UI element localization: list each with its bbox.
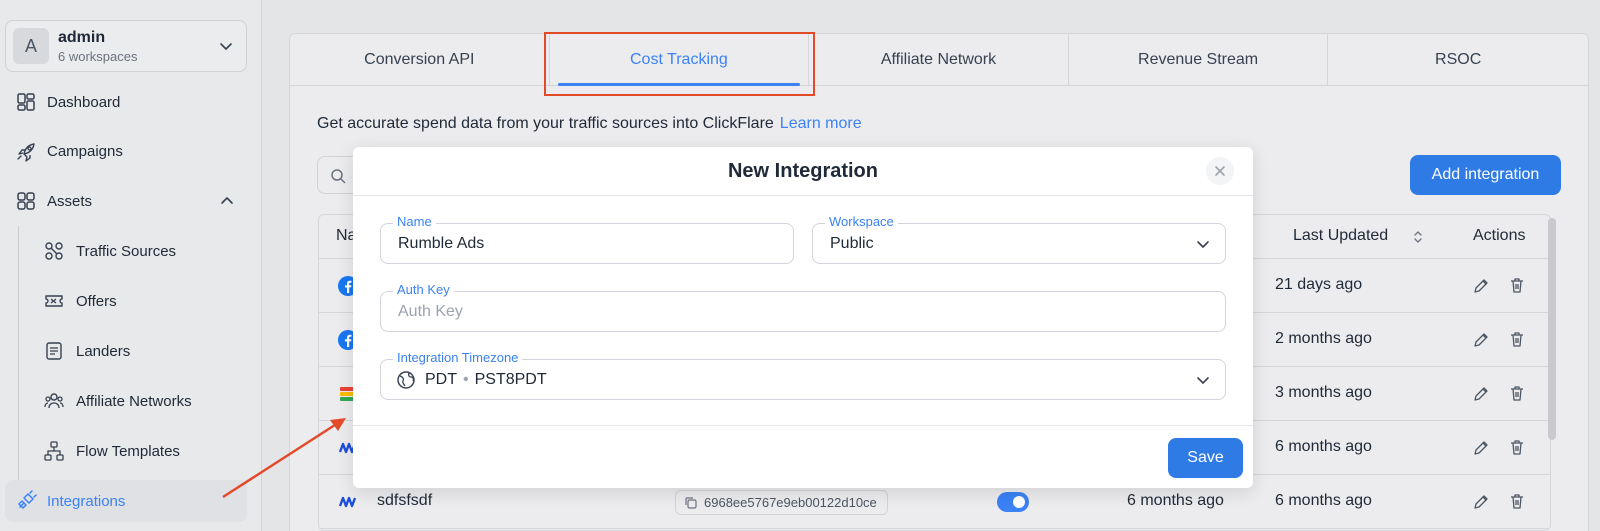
lander-icon	[46, 342, 62, 360]
tab-affiliate-network[interactable]: Affiliate Network	[809, 34, 1069, 86]
column-header-actions: Actions	[1473, 227, 1526, 244]
trash-icon[interactable]	[1508, 384, 1526, 402]
close-icon	[1215, 166, 1225, 176]
sidebar-item-assets[interactable]: Assets	[5, 180, 247, 222]
edit-icon[interactable]	[1472, 439, 1490, 457]
sidebar-item-label: Dashboard	[47, 93, 121, 111]
timezone-select[interactable]: Integration Timezone PDT • PST8PDT	[380, 350, 1226, 400]
page-description: Get accurate spend data from your traffi…	[317, 115, 862, 133]
workspace-label: Workspace	[825, 214, 898, 229]
sidebar-item-affiliate-networks[interactable]: Affiliate Networks	[5, 380, 247, 422]
description-text: Get accurate spend data from your traffi…	[317, 115, 774, 132]
modal-title: New Integration	[727, 160, 878, 182]
timezone-separator: •	[463, 371, 469, 388]
chevron-up-icon	[221, 197, 233, 204]
last-updated-cell: 3 months ago	[1275, 384, 1372, 401]
name-label: Name	[393, 214, 436, 229]
last-updated-cell: 6 months ago	[1275, 492, 1372, 509]
status-toggle[interactable]	[997, 492, 1029, 512]
users-icon	[44, 393, 64, 409]
workspace-value: Public	[830, 235, 874, 252]
chevron-down-icon	[1197, 241, 1209, 248]
timezone-label: Integration Timezone	[393, 350, 523, 365]
traffic-source-logo-icon	[338, 496, 357, 508]
integration-id: 6968ee5767e9eb00122d10ce	[704, 495, 877, 510]
edit-icon[interactable]	[1472, 385, 1490, 403]
close-button[interactable]	[1206, 157, 1234, 185]
edit-icon[interactable]	[1472, 493, 1490, 511]
sidebar-item-dashboard[interactable]: Dashboard	[5, 81, 247, 123]
table-scrollbar[interactable]	[1548, 218, 1556, 440]
timezone-abbr: PDT	[425, 371, 457, 388]
name-field[interactable]: Name Rumble Ads	[380, 214, 794, 264]
name-cell: sdfsfsdf	[377, 492, 433, 509]
ticket-icon	[45, 295, 63, 307]
sidebar-item-label: Campaigns	[47, 142, 123, 160]
trash-icon[interactable]	[1508, 276, 1526, 294]
rocket-icon	[17, 143, 35, 162]
edit-icon[interactable]	[1472, 331, 1490, 349]
timezone-value: PDT • PST8PDT	[425, 371, 547, 389]
tab-bar: Conversion API Cost Tracking Affiliate N…	[290, 34, 1588, 86]
sidebar-item-traffic-sources[interactable]: Traffic Sources	[5, 230, 247, 272]
trash-icon[interactable]	[1508, 438, 1526, 456]
tab-revenue-stream[interactable]: Revenue Stream	[1069, 34, 1329, 86]
grid-icon	[17, 192, 35, 210]
sidebar-item-label: Affiliate Networks	[76, 392, 192, 410]
add-integration-button[interactable]: Add integration	[1410, 155, 1561, 195]
search-icon	[331, 169, 346, 184]
plug-icon	[18, 490, 37, 509]
chevron-down-icon	[1197, 377, 1209, 384]
sidebar-item-label: Integrations	[47, 492, 126, 510]
last-updated-cell: 6 months ago	[1275, 438, 1372, 455]
copy-icon	[685, 497, 697, 509]
sidebar-item-label: Landers	[76, 342, 131, 360]
sort-icon[interactable]	[1412, 229, 1424, 245]
trash-icon[interactable]	[1508, 492, 1526, 510]
name-value: Rumble Ads	[398, 235, 485, 252]
sidebar: A admin 6 workspaces Dashboard Campaigns…	[0, 0, 262, 531]
edit-icon[interactable]	[1472, 277, 1490, 295]
timezone-name: PST8PDT	[474, 371, 547, 388]
last-updated-cell: 2 months ago	[1275, 330, 1372, 347]
sidebar-item-label: Traffic Sources	[76, 242, 177, 260]
dashboard-icon	[17, 93, 35, 111]
tab-highlight-box	[544, 32, 815, 96]
sidebar-item-flow-templates[interactable]: Flow Templates	[5, 430, 247, 472]
workspace-select[interactable]: Workspace Public	[812, 214, 1226, 264]
account-name: admin	[58, 29, 106, 46]
sidebar-item-campaigns[interactable]: Campaigns	[5, 130, 247, 172]
auth-key-placeholder: Auth Key	[398, 303, 463, 320]
sidebar-item-landers[interactable]: Landers	[5, 330, 247, 372]
account-workspaces: 6 workspaces	[58, 49, 138, 64]
tab-conversion-api[interactable]: Conversion API	[290, 34, 550, 86]
globe-icon	[397, 371, 415, 389]
sidebar-item-label: Assets	[47, 192, 93, 210]
traffic-icon	[45, 242, 63, 260]
trash-icon[interactable]	[1508, 330, 1526, 348]
sidebar-item-label: Flow Templates	[76, 442, 180, 460]
account-switcher[interactable]: A admin 6 workspaces	[5, 20, 247, 72]
copy-id-chip[interactable]: 6968ee5767e9eb00122d10ce	[675, 490, 888, 515]
column-header-last-updated[interactable]: Last Updated	[1293, 227, 1388, 245]
new-integration-modal: New Integration Name Rumble Ads Workspac…	[353, 147, 1253, 488]
divider	[353, 195, 1253, 196]
divider	[353, 425, 1253, 426]
save-button[interactable]: Save	[1168, 438, 1243, 478]
created-cell: 6 months ago	[1127, 492, 1224, 509]
auth-key-label: Auth Key	[393, 282, 454, 297]
last-updated-cell: 21 days ago	[1275, 276, 1363, 293]
avatar: A	[13, 28, 49, 64]
sidebar-item-integrations[interactable]: Integrations	[5, 480, 247, 522]
sidebar-item-label: Offers	[76, 292, 117, 310]
learn-more-link[interactable]: Learn more	[780, 115, 862, 132]
flow-icon	[44, 441, 64, 461]
tab-rsoc[interactable]: RSOC	[1328, 34, 1588, 86]
chevron-down-icon	[220, 43, 232, 50]
sidebar-item-offers[interactable]: Offers	[5, 280, 247, 322]
auth-key-field[interactable]: Auth Key Auth Key	[380, 282, 1226, 332]
